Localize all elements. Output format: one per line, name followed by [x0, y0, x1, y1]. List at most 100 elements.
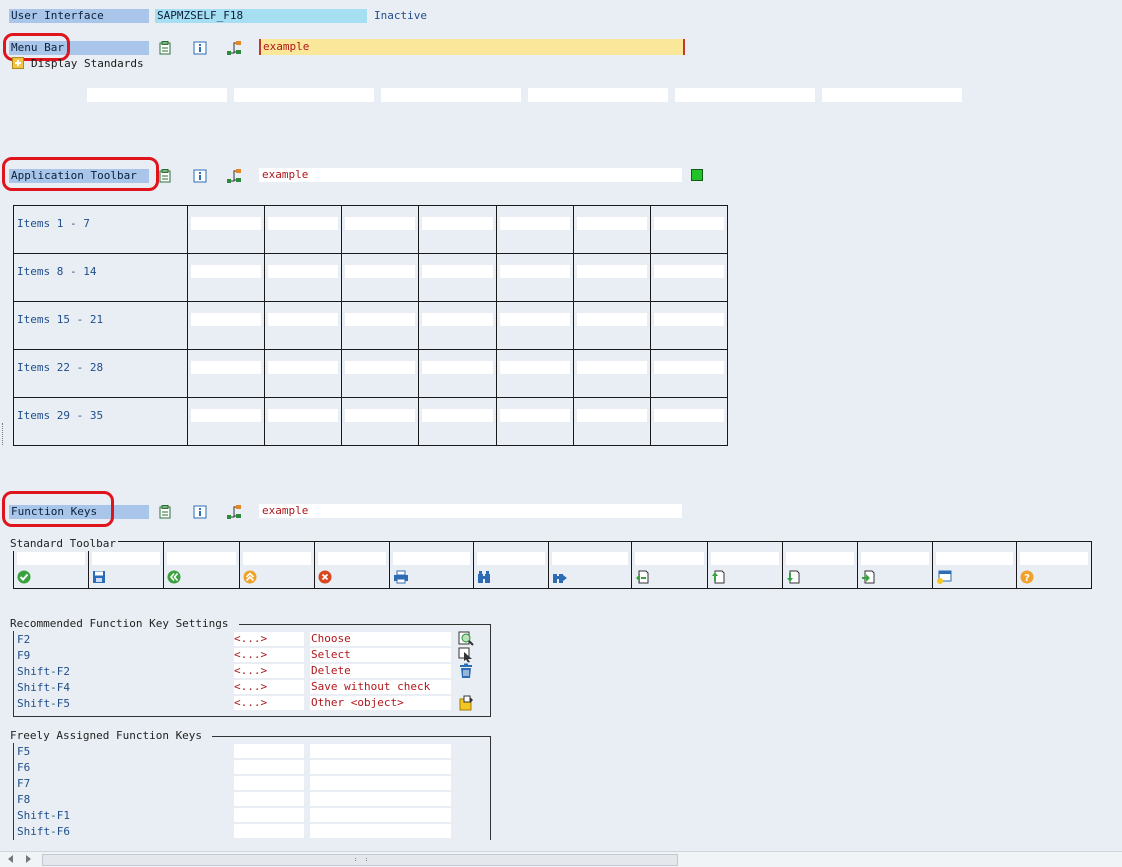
function-code-field[interactable]	[393, 552, 470, 565]
function-code-field[interactable]: <...>	[234, 680, 304, 694]
function-code-field[interactable]	[234, 744, 304, 758]
function-code-field[interactable]	[317, 552, 387, 565]
select-icon[interactable]	[458, 647, 474, 663]
function-code-field[interactable]	[936, 552, 1013, 565]
exit-icon[interactable]	[240, 565, 314, 586]
function-code-field[interactable]	[422, 265, 493, 278]
menu-entry-field[interactable]	[675, 88, 815, 102]
function-code-field[interactable]	[268, 361, 339, 374]
function-code-field[interactable]	[345, 217, 416, 230]
function-code-field[interactable]	[234, 776, 304, 790]
function-code-field[interactable]	[576, 265, 647, 278]
last-page-icon[interactable]	[858, 565, 932, 586]
first-page-icon[interactable]	[632, 565, 706, 586]
menu-entry-field[interactable]	[528, 88, 668, 102]
function-text-field[interactable]	[310, 808, 451, 822]
function-code-field[interactable]	[234, 824, 304, 838]
function-code-field[interactable]: <...>	[234, 648, 304, 662]
print-icon[interactable]	[390, 565, 473, 586]
function-code-field[interactable]	[653, 313, 724, 326]
function-code-field[interactable]	[576, 361, 647, 374]
help-icon[interactable]: ?	[1017, 565, 1091, 586]
function-text-field[interactable]	[310, 824, 451, 838]
scrollbar-thumb[interactable]	[42, 854, 678, 866]
other-object-icon[interactable]	[458, 695, 474, 711]
function-code-field[interactable]	[476, 552, 545, 565]
program-name-field[interactable]: SAPMZSELF_F18	[155, 9, 367, 23]
function-code-field[interactable]: <...>	[234, 632, 304, 646]
function-code-field[interactable]	[92, 552, 161, 565]
application-toolbar-example-field[interactable]: example	[259, 168, 682, 182]
function-code-field[interactable]	[653, 217, 724, 230]
function-code-field[interactable]	[345, 361, 416, 374]
function-code-field[interactable]	[499, 409, 570, 422]
function-code-field[interactable]	[576, 409, 647, 422]
function-code-field[interactable]	[191, 265, 262, 278]
display-list-icon[interactable]	[157, 504, 173, 520]
function-code-field[interactable]	[167, 552, 236, 565]
function-code-field[interactable]	[234, 760, 304, 774]
function-code-field[interactable]	[268, 265, 339, 278]
previous-page-icon[interactable]	[708, 565, 782, 586]
display-list-icon[interactable]	[157, 40, 173, 56]
function-code-field[interactable]	[422, 217, 493, 230]
info-icon[interactable]	[192, 40, 208, 56]
check-icon[interactable]	[14, 565, 88, 586]
find-next-icon[interactable]	[549, 565, 632, 586]
scroll-right-icon[interactable]	[26, 855, 31, 863]
menu-bar-example-field[interactable]: example	[259, 39, 685, 55]
cancel-icon[interactable]	[315, 565, 389, 586]
function-code-field[interactable]	[234, 792, 304, 806]
function-keys-example-field[interactable]: example	[259, 504, 682, 518]
function-text-field[interactable]: Delete	[310, 664, 451, 678]
function-code-field[interactable]	[635, 552, 704, 565]
function-code-field[interactable]	[191, 313, 262, 326]
function-code-field[interactable]	[785, 552, 854, 565]
function-code-field[interactable]	[653, 409, 724, 422]
function-code-field[interactable]	[576, 313, 647, 326]
function-code-field[interactable]	[242, 552, 311, 565]
function-code-field[interactable]	[1019, 552, 1088, 565]
function-code-field[interactable]	[268, 217, 339, 230]
function-text-field[interactable]: Choose	[310, 632, 451, 646]
function-code-field[interactable]	[17, 552, 86, 565]
back-icon[interactable]	[164, 565, 238, 586]
function-code-field[interactable]	[422, 409, 493, 422]
function-text-field[interactable]	[310, 792, 451, 806]
function-code-field[interactable]	[422, 313, 493, 326]
menu-entry-field[interactable]	[234, 88, 374, 102]
function-code-field[interactable]	[710, 552, 779, 565]
find-icon[interactable]	[474, 565, 548, 586]
menu-entry-field[interactable]	[822, 88, 962, 102]
menu-entry-field[interactable]	[87, 88, 227, 102]
hierarchy-icon[interactable]	[226, 40, 242, 56]
display-list-icon[interactable]	[157, 168, 173, 184]
choose-icon[interactable]	[458, 631, 474, 647]
save-icon[interactable]	[89, 565, 163, 586]
function-code-field[interactable]	[499, 361, 570, 374]
function-code-field[interactable]	[191, 217, 262, 230]
function-text-field[interactable]	[310, 744, 451, 758]
function-text-field[interactable]: Other <object>	[310, 696, 451, 710]
function-code-field[interactable]	[268, 313, 339, 326]
next-page-icon[interactable]	[783, 565, 857, 586]
horizontal-scrollbar[interactable]	[0, 851, 1122, 867]
function-code-field[interactable]	[345, 409, 416, 422]
hierarchy-icon[interactable]	[226, 504, 242, 520]
function-code-field[interactable]	[653, 361, 724, 374]
function-code-field[interactable]	[191, 409, 262, 422]
function-code-field[interactable]	[234, 808, 304, 822]
function-code-field[interactable]	[345, 265, 416, 278]
hierarchy-icon[interactable]	[226, 168, 242, 184]
splitter-handle[interactable]	[2, 423, 5, 445]
scroll-left-icon[interactable]	[8, 855, 13, 863]
function-code-field[interactable]: <...>	[234, 696, 304, 710]
function-text-field[interactable]: Select	[310, 648, 451, 662]
function-text-field[interactable]	[310, 776, 451, 790]
function-code-field[interactable]	[499, 217, 570, 230]
function-code-field[interactable]	[422, 361, 493, 374]
info-icon[interactable]	[192, 504, 208, 520]
function-code-field[interactable]	[860, 552, 930, 565]
function-code-field[interactable]	[191, 361, 262, 374]
function-code-field[interactable]	[345, 313, 416, 326]
